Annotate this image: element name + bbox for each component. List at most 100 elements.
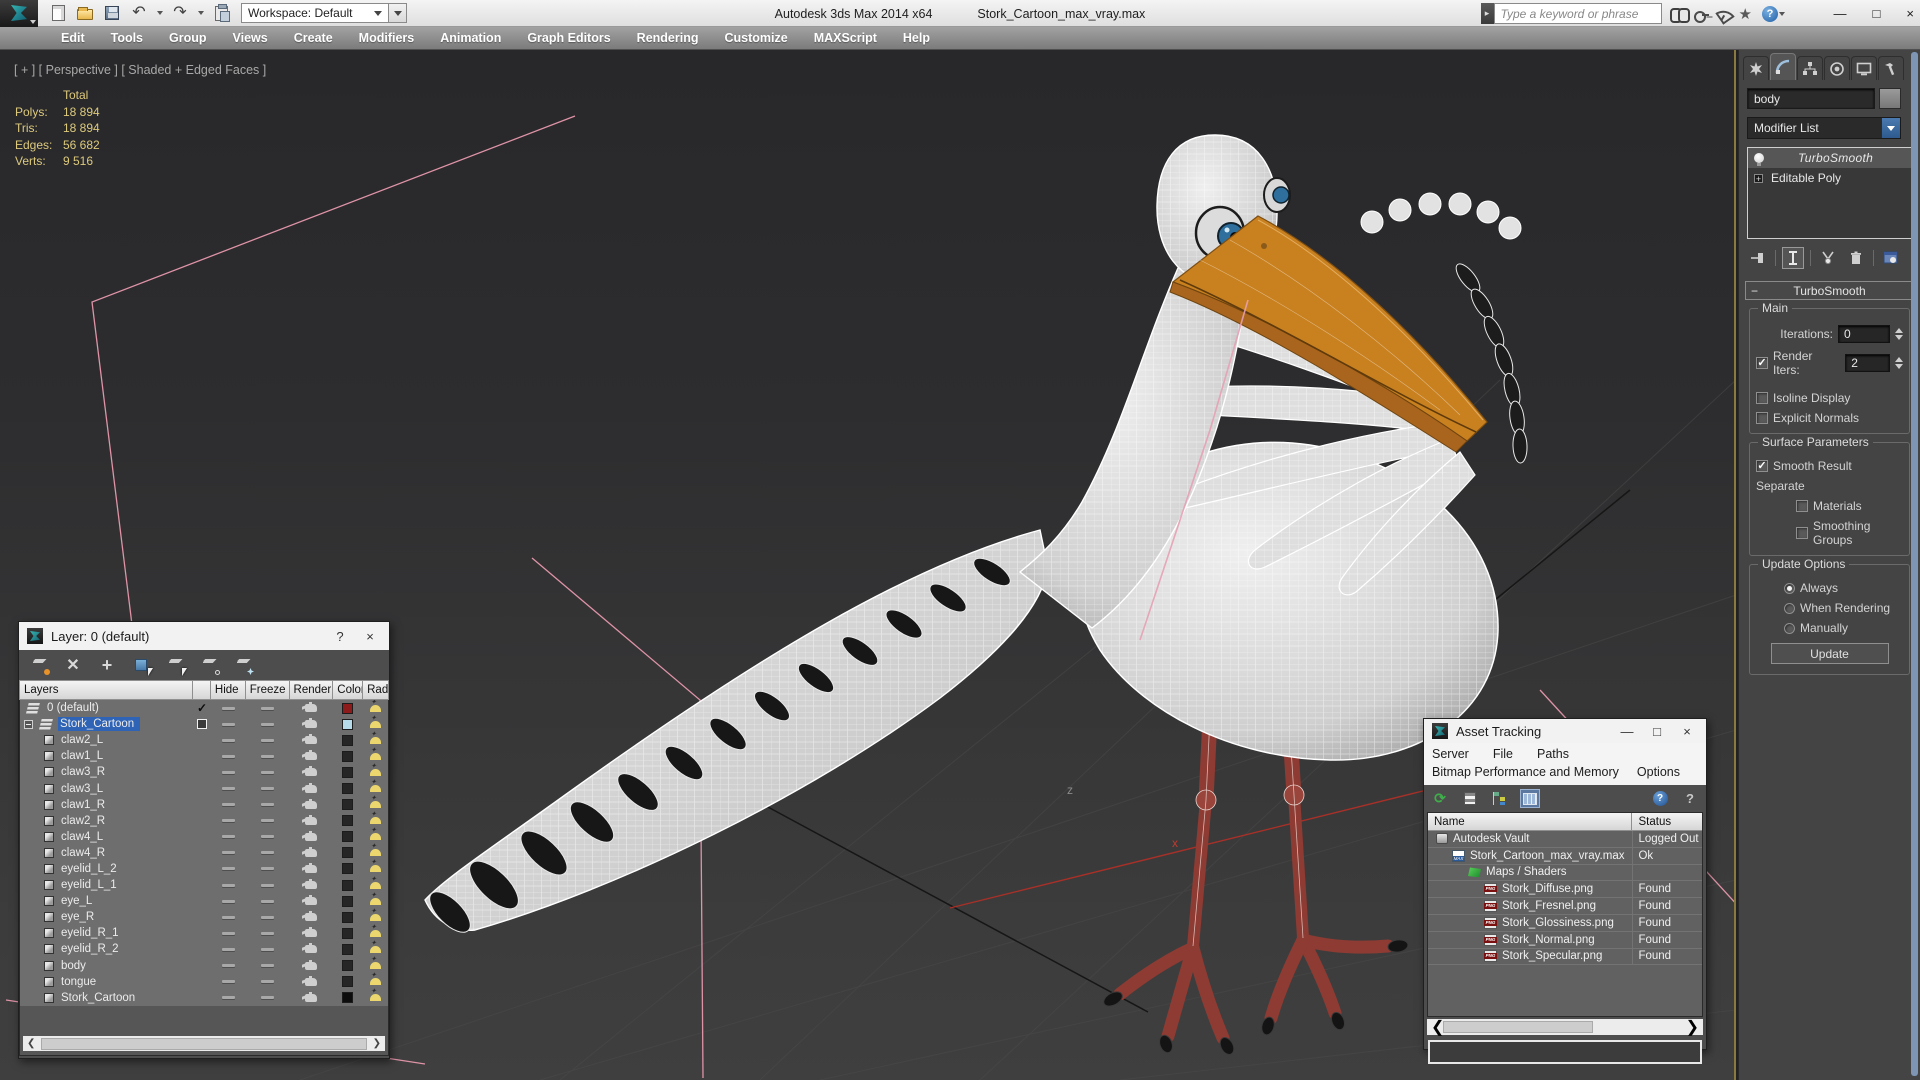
viewport-label[interactable]: [ + ] [ Perspective ] [ Shaded + Edged F… (14, 63, 266, 77)
radiosity-toggle[interactable] (362, 939, 388, 953)
rollout-header[interactable]: − TurboSmooth (1745, 281, 1914, 300)
layer-name[interactable]: claw4_R (61, 847, 105, 859)
column-name[interactable]: Name (1428, 813, 1633, 831)
modifier-stack-row[interactable]: TurboSmooth (1748, 148, 1911, 168)
freeze-toggle[interactable] (246, 722, 290, 726)
configure-modifier-sets-button[interactable] (1880, 247, 1902, 269)
web-help-button[interactable]: ? (1650, 789, 1670, 808)
freeze-toggle[interactable] (246, 803, 290, 807)
layer-name[interactable]: body (61, 960, 86, 972)
render-toggle[interactable] (289, 734, 333, 745)
make-unique-button[interactable] (1817, 247, 1839, 269)
layer-row[interactable]: tongue ✓ (20, 971, 388, 990)
hide-toggle[interactable] (211, 996, 246, 1000)
radio-button[interactable] (1784, 602, 1795, 614)
workspace-selector[interactable]: Workspace: Default (241, 3, 407, 23)
render-toggle[interactable] (289, 814, 333, 825)
radiosity-toggle[interactable] (362, 714, 388, 728)
render-toggle[interactable] (289, 862, 333, 873)
freeze-toggle[interactable] (246, 947, 290, 951)
layer-name[interactable]: eyelid_R_2 (61, 943, 119, 955)
hide-toggle[interactable] (211, 738, 246, 742)
scroll-right-arrow[interactable]: ❯ (1686, 1017, 1699, 1037)
tab-display[interactable] (1851, 56, 1877, 80)
dialog-help-button[interactable]: ? (329, 629, 351, 644)
render-toggle[interactable] (289, 830, 333, 841)
layer-row[interactable]: claw4_R ✓ (20, 842, 388, 861)
asset-row[interactable]: Autodesk Vault Logged Out (1428, 831, 1702, 848)
workspace-drop-button[interactable] (389, 3, 407, 23)
layer-color-cell[interactable] (333, 734, 363, 746)
layer-name[interactable]: claw1_R (61, 799, 105, 811)
layer-row[interactable]: eyelid_R_1 ✓ (20, 923, 388, 941)
layer-row[interactable]: claw4_L ✓ (20, 826, 388, 845)
smoothing-groups-checkbox[interactable] (1796, 527, 1808, 539)
object-color-button[interactable] (1879, 88, 1901, 109)
asset-menu-item[interactable]: Server (1432, 745, 1469, 763)
freeze-toggle[interactable] (246, 931, 290, 935)
layer-color-cell[interactable] (333, 863, 363, 875)
asset-horizontal-scrollbar[interactable]: ❮ ❯ (1427, 1017, 1703, 1037)
hide-toggle[interactable] (211, 835, 246, 839)
asset-menu-item[interactable]: Bitmap Performance and Memory (1432, 763, 1619, 781)
current-layer-cell[interactable]: ✓ (193, 719, 211, 730)
menu-item[interactable]: Rendering (624, 31, 712, 45)
layer-row[interactable]: eye_R ✓ (20, 907, 388, 925)
layer-row[interactable]: eyelid_R_2 ✓ (20, 939, 388, 957)
layer-color-cell[interactable] (333, 766, 363, 778)
menu-item[interactable]: MAXScript (801, 31, 890, 45)
render-iters-checkbox[interactable] (1756, 357, 1768, 369)
freeze-toggle[interactable] (246, 964, 290, 968)
radiosity-toggle[interactable] (362, 810, 388, 825)
column-status[interactable]: Status (1632, 813, 1702, 831)
layer-name[interactable]: claw3_L (61, 783, 103, 795)
isoline-display-checkbox[interactable] (1756, 392, 1768, 404)
object-name-field[interactable]: body (1747, 88, 1875, 109)
menu-item[interactable]: Help (890, 31, 943, 45)
save-file-button[interactable] (102, 4, 122, 22)
column-freeze[interactable]: Freeze (245, 680, 290, 700)
layer-name[interactable]: claw4_L (61, 831, 103, 843)
search-input[interactable]: Type a keyword or phrase (1493, 3, 1662, 24)
radiosity-toggle[interactable] (362, 875, 388, 889)
layer-row[interactable]: Stork_Cartoon ✓ (20, 987, 388, 1006)
redo-dropdown[interactable] (198, 11, 204, 15)
radiosity-toggle[interactable] (362, 923, 388, 937)
render-toggle[interactable] (289, 975, 333, 986)
layer-name[interactable]: eye_L (61, 895, 92, 907)
search-button[interactable] (1669, 7, 1690, 23)
table-view-button[interactable] (1520, 789, 1540, 808)
panel-scrollbar[interactable] (1911, 52, 1918, 1076)
render-toggle[interactable] (289, 879, 333, 890)
layer-row[interactable]: eye_L ✓ (20, 891, 388, 909)
asset-menu-item[interactable]: File (1493, 745, 1513, 763)
freeze-toggle[interactable] (246, 996, 290, 1000)
dialog-close-button[interactable]: × (359, 629, 381, 644)
radiosity-toggle[interactable] (362, 700, 388, 712)
render-toggle[interactable] (289, 927, 333, 938)
dialog-maximize-button[interactable]: □ (1646, 724, 1668, 739)
freeze-toggle[interactable] (246, 819, 290, 823)
hide-toggle[interactable] (211, 803, 246, 807)
layer-color-cell[interactable] (333, 895, 363, 907)
column-layers[interactable]: Layers (19, 680, 193, 700)
dropdown-button[interactable] (1881, 118, 1900, 138)
layer-row[interactable]: Stork_Cartoon ✓ (20, 714, 388, 732)
hide-toggle[interactable] (211, 980, 246, 984)
layer-name[interactable]: Stork_Cartoon (61, 992, 135, 1004)
application-menu-button[interactable] (0, 0, 38, 27)
dialog-minimize-button[interactable]: — (1616, 724, 1638, 739)
layer-color-cell[interactable] (333, 702, 363, 714)
asset-name[interactable]: Stork_Glossiness.png (1502, 917, 1614, 929)
freeze-toggle[interactable] (246, 915, 290, 919)
layer-color-cell[interactable] (333, 943, 363, 955)
asset-dialog-titlebar[interactable]: Asset Tracking — □ × (1424, 719, 1706, 743)
layer-color-cell[interactable] (333, 911, 363, 923)
list-view-button[interactable] (1460, 789, 1480, 808)
modifier-icon[interactable] (1754, 153, 1764, 166)
render-iters-spinner[interactable] (1895, 357, 1903, 369)
layer-color-cell[interactable] (333, 927, 363, 939)
menu-item[interactable]: Tools (98, 31, 156, 45)
hide-toggle[interactable] (211, 899, 246, 903)
asset-name[interactable]: Autodesk Vault (1453, 833, 1530, 845)
